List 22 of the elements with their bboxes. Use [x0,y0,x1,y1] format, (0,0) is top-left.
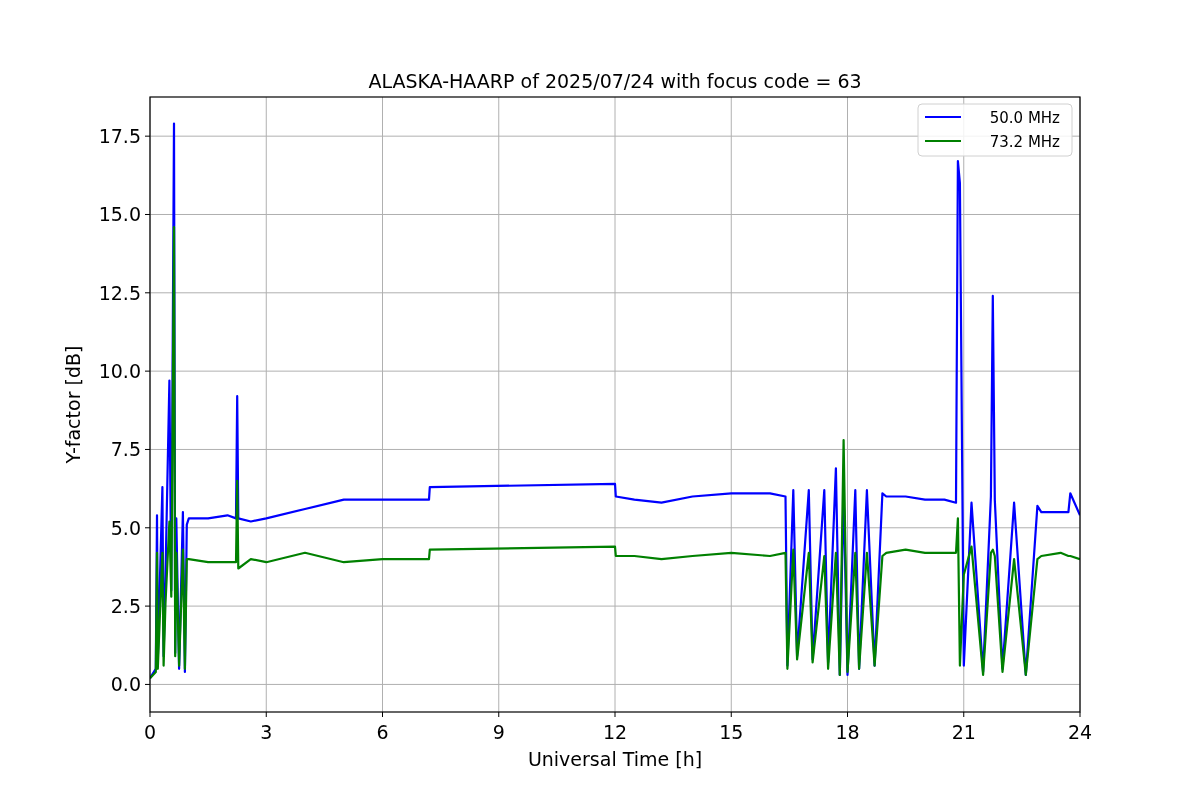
tick-label: 12.5 [98,281,141,304]
tick-label: 21 [951,721,976,743]
tick-label: 15.0 [98,203,141,226]
y-axis-label: Y-factor [dB] [62,345,84,464]
tick-label: 15 [719,721,744,743]
chart-title: ALASKA-HAARP of 2025/07/24 with focus code = 63 [368,70,862,92]
tick-label: 7.5 [110,438,141,461]
tick-label: 18 [835,721,860,743]
tick-label: 0 [143,721,157,743]
tick-label: 3 [260,721,273,743]
tick-label: 9 [492,721,505,743]
legend-label: 50.0 MHz [989,108,1060,127]
tick-label: 17.5 [98,125,141,148]
tick-label: 0.0 [110,673,141,696]
tick-label: 5.0 [110,516,141,539]
x-axis-label: Universal Time [h] [527,748,703,770]
tick-label: 2.5 [110,595,141,618]
tick-label: 6 [376,721,389,743]
tick-label: 12 [602,721,628,743]
tick-label: 24 [1067,721,1093,743]
tick-label: 10.0 [98,360,141,383]
legend-label: 73.2 MHz [989,132,1060,151]
